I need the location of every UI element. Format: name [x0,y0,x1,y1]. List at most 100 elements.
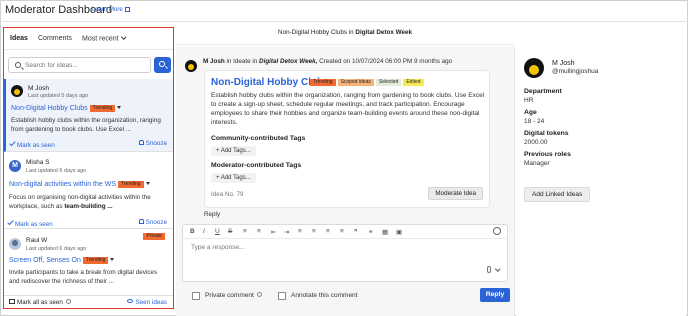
caret-down-icon[interactable] [110,258,115,261]
mark-as-seen-button[interactable]: Mark as seen [9,139,55,149]
idea-detail-card: Non-Digital Hobby Clubs Trending Scoped i… [204,70,490,208]
annotate-label: Annotate this comment [291,292,358,299]
selected-badge: Selected [375,79,402,86]
divider [514,46,515,316]
reply-peek: Reply [204,211,221,218]
post-created: Created on 10/07/2024 06:00 PM 9 months … [319,58,453,65]
bell-icon [138,140,144,145]
paperclip-icon[interactable] [487,266,491,273]
mark-all-icon [9,299,15,304]
author-name: M Josh [552,60,575,67]
check-icon [9,139,16,147]
top-bar: Moderator Dashboard Learn More [0,0,688,22]
card-title[interactable]: Non-Digital Hobby Clubs Trending [11,105,122,112]
info-icon[interactable] [65,299,71,304]
link-icon[interactable]: ⚭ [368,228,373,236]
idea-description: Establish hobby clubs within the organiz… [211,92,485,126]
tab-comments[interactable]: Comments [38,35,72,42]
snooze-label[interactable]: Snooze [146,219,167,226]
strikethrough-icon[interactable]: S [228,228,232,235]
add-moderator-tags-button[interactable]: + Add Tags... [211,173,256,183]
card-title-text[interactable]: Non-Digital Hobby Clubs [11,105,88,112]
underline-icon[interactable]: U [215,228,220,235]
caret-down-icon[interactable] [145,182,150,185]
age-label: Age [524,109,537,116]
author-handle: @mullingjoshua [552,68,599,75]
card-title[interactable]: Screen Off, Senses On Trending [9,257,115,264]
reply-input[interactable] [191,244,481,274]
justify-icon[interactable]: ≡ [340,228,344,235]
tab-bar: Ideas Comments Most recent [4,28,173,50]
reply-button[interactable]: Reply [480,288,510,302]
card-author: M Josh [28,85,49,92]
align-right-icon[interactable]: ≡ [326,228,330,235]
tokens-value: 2000.00 [524,139,548,146]
align-left-icon[interactable]: ≡ [298,228,302,235]
image-icon[interactable]: ▣ [396,228,402,236]
card-author: Misha S [26,159,50,166]
idea-header: Non-Digital Hobby Clubs in Digital Detox… [176,29,514,45]
outdent-icon[interactable]: ⇤ [271,228,276,236]
info-icon[interactable] [256,292,262,297]
idea-card[interactable]: M Misha S Last updated 6 days ago Non-di… [4,153,173,229]
bold-icon[interactable]: B [190,228,195,235]
post-event[interactable]: Digital Detox Week, [259,58,317,65]
card-body: Establish hobby clubs within the organiz… [11,117,161,133]
sort-label[interactable]: Most recent [82,36,119,43]
trending-badge: Trending [82,257,109,264]
private-comment-checkbox[interactable] [192,292,200,300]
seen-ideas-button[interactable]: Seen ideas [127,299,167,306]
header-in: in [348,29,354,36]
caret-down-icon[interactable] [117,106,122,109]
numbered-list-icon[interactable]: ≡ [257,228,261,235]
post-in-ideate: in Ideate in [226,58,258,65]
add-linked-ideas-button[interactable]: Add Linked Ideas [524,187,591,202]
roles-label: Previous roles [524,151,571,158]
snooze-button[interactable]: Snooze [138,140,167,147]
private-badge: Private [143,233,165,240]
search-input[interactable] [25,60,145,71]
scoped-badge: Scoped ideas [337,79,374,86]
search-icon [159,61,165,67]
chevron-down-icon[interactable] [494,266,500,272]
italic-icon[interactable]: I [203,228,205,235]
add-community-tags-button[interactable]: + Add Tags... [211,146,256,156]
idea-card[interactable]: M Josh Last updated 5 days ago Non-Digit… [4,79,173,152]
search-button[interactable] [154,57,171,73]
smile-icon[interactable] [493,227,501,235]
penguin-avatar [11,85,23,97]
reply-editor: B I U S ≡ ≡ ⇤ ⇥ ≡ ≡ ≡ ≡ ❞ ⚭ ▦ ▣ [182,224,508,282]
card-title-text[interactable]: Screen Off, Senses On [9,257,81,264]
align-center-icon[interactable]: ≡ [312,228,316,235]
mark-as-seen-label[interactable]: Mark as seen [17,142,55,149]
format-toolbar: B I U S ≡ ≡ ⇤ ⇥ ≡ ≡ ≡ ≡ ❞ ⚭ ▦ ▣ [183,225,507,239]
private-comment-text: Private comment [205,292,254,299]
card-body: Invite participants to take a break from… [9,269,158,285]
mark-as-seen-label[interactable]: Mark as seen [15,221,53,228]
tokens-label: Digital tokens [524,130,569,137]
mark-all-label[interactable]: Mark all as seen [17,299,63,306]
snooze-label[interactable]: Snooze [146,140,167,147]
age-value: 18 - 24 [524,118,545,125]
idea-card[interactable]: Private Raul W Last updated 6 days ago S… [4,232,173,296]
table-icon[interactable]: ▦ [382,228,388,236]
quote-icon[interactable]: ❞ [354,228,358,236]
seen-ideas-label[interactable]: Seen ideas [135,299,167,306]
mark-as-seen-button[interactable]: Mark as seen [7,218,53,228]
learn-more-link[interactable]: Learn More [92,7,130,13]
bell-icon [138,219,144,224]
sort-dropdown[interactable]: Most recent [82,34,126,43]
tab-ideas[interactable]: Ideas [10,35,28,42]
snooze-button[interactable]: Snooze [138,219,167,226]
post-author[interactable]: M Josh [203,58,225,65]
mark-all-seen-button[interactable]: Mark all as seen [9,299,71,306]
moderate-idea-button[interactable]: Moderate Idea [428,187,483,200]
card-title[interactable]: Non-digital activities within the WS Tren… [9,181,150,188]
indent-icon[interactable]: ⇥ [284,228,289,236]
annotate-checkbox[interactable] [278,292,286,300]
card-author: Raul W [26,237,48,244]
card-title-text[interactable]: Non-digital activities within the WS [9,181,116,188]
penguin-avatar [185,60,197,72]
bullet-list-icon[interactable]: ≡ [243,228,247,235]
learn-more-label[interactable]: Learn More [92,7,123,13]
